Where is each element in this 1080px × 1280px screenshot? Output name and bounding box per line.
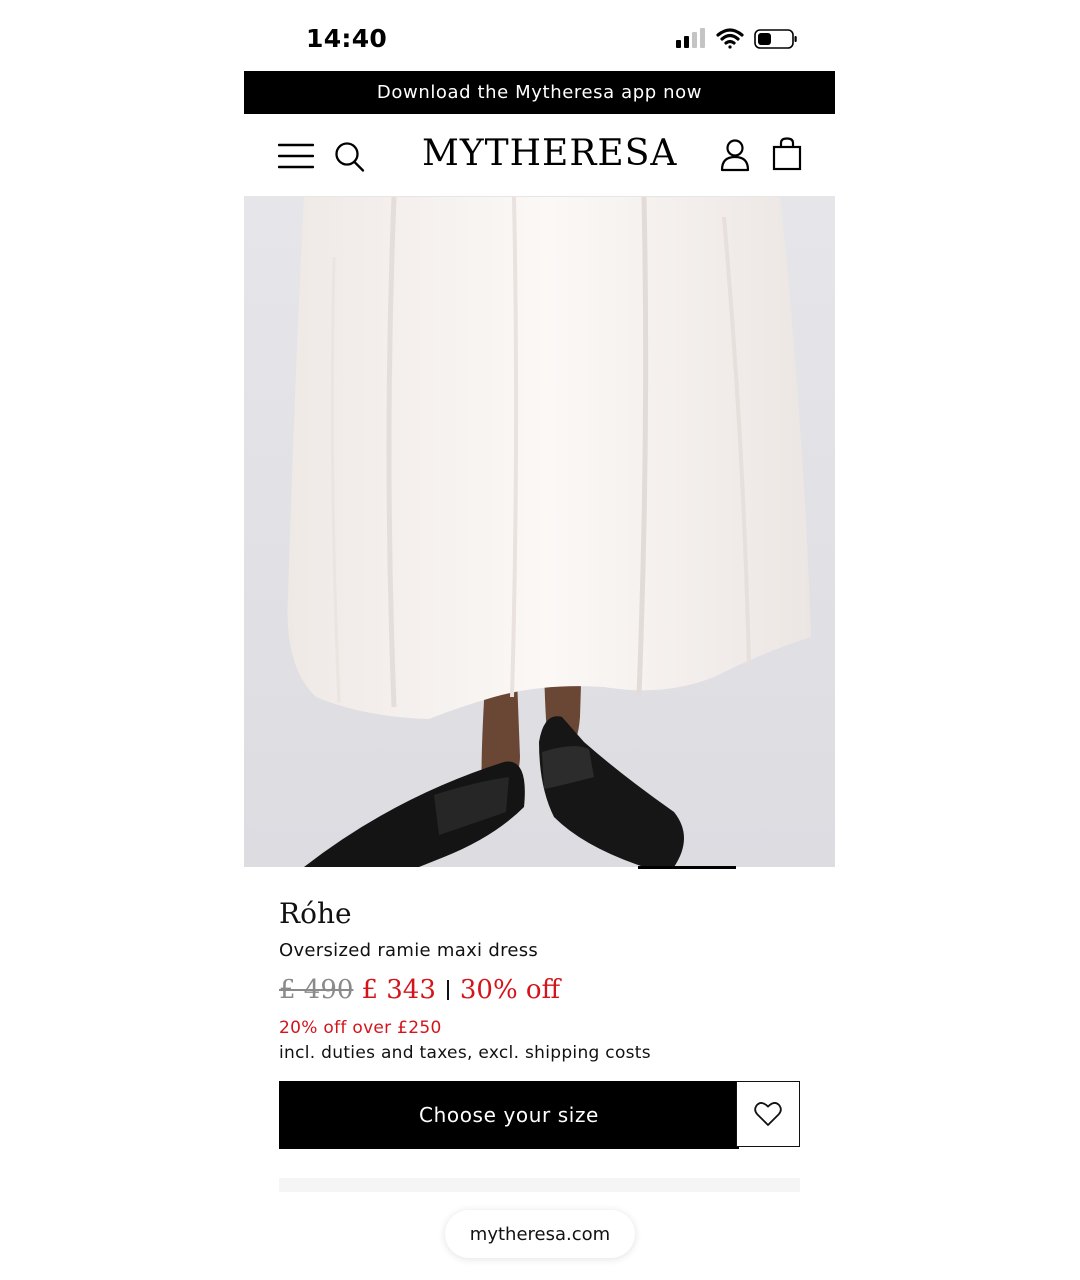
price-row: £ 490 £ 343 30% off bbox=[279, 971, 560, 1009]
discount-label: 30% off bbox=[459, 975, 561, 1005]
wifi-icon bbox=[716, 28, 744, 49]
shopping-bag-icon[interactable] bbox=[772, 137, 802, 171]
choose-size-button[interactable]: Choose your size bbox=[279, 1081, 739, 1149]
promo-note: 20% off over £250 bbox=[279, 1018, 442, 1038]
battery-icon bbox=[754, 29, 797, 49]
app-download-banner[interactable]: Download the Mytheresa app now bbox=[244, 71, 835, 114]
status-time: 14:40 bbox=[306, 24, 388, 53]
dress-photo bbox=[244, 197, 835, 867]
search-icon[interactable] bbox=[334, 141, 366, 173]
status-icons bbox=[676, 28, 797, 49]
account-icon[interactable] bbox=[720, 138, 750, 172]
product-name: Oversized ramie maxi dress bbox=[279, 940, 539, 961]
menu-icon[interactable] bbox=[278, 141, 314, 171]
site-header: MYTHERESA bbox=[244, 114, 835, 197]
wishlist-button[interactable] bbox=[736, 1081, 800, 1147]
product-page: Download the Mytheresa app now MYTHERESA bbox=[244, 71, 835, 1280]
next-section-placeholder bbox=[279, 1178, 800, 1192]
heart-icon bbox=[754, 1102, 782, 1126]
carousel-indicator bbox=[638, 866, 736, 869]
price-divider bbox=[446, 980, 449, 1000]
product-brand[interactable]: Róhe bbox=[279, 897, 352, 930]
sale-price: £ 343 bbox=[361, 975, 436, 1005]
browser-url-bar[interactable]: mytheresa.com bbox=[445, 1210, 635, 1258]
product-image[interactable] bbox=[244, 197, 835, 867]
original-price: £ 490 bbox=[279, 975, 354, 1005]
cellular-signal-icon bbox=[676, 28, 705, 48]
site-logo[interactable]: MYTHERESA bbox=[422, 134, 676, 174]
tax-note: incl. duties and taxes, excl. shipping c… bbox=[279, 1043, 651, 1063]
